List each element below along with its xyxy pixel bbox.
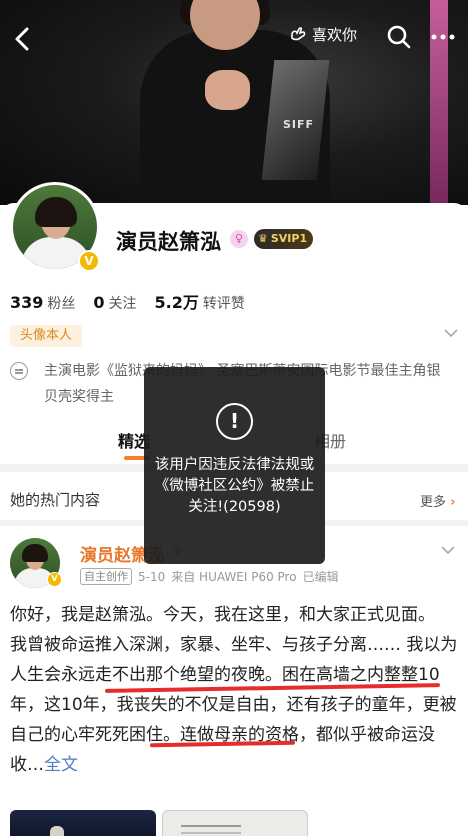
svip-badge[interactable]: ♛ SVIP1 <box>254 229 314 249</box>
more-button[interactable] <box>428 24 458 50</box>
like-you-button[interactable]: 喜欢你 <box>288 24 357 45</box>
post-options-chevron-icon[interactable] <box>440 542 456 558</box>
avatar-verified-tag[interactable]: 头像本人 <box>10 325 83 347</box>
exclamation-icon: ! <box>216 403 253 440</box>
post-image-1[interactable] <box>10 810 156 836</box>
full-text-link[interactable]: 全文 <box>44 755 78 775</box>
search-button[interactable] <box>386 24 412 50</box>
followers-label[interactable]: 粉丝 <box>47 293 75 313</box>
hand-heart-icon <box>291 26 306 40</box>
followers-count[interactable]: 339 <box>10 293 43 312</box>
reposts-comments-likes-count: 5.2万 <box>154 293 199 312</box>
post-meta: 自主创作 5-10 来自 HUAWEI P60 Pro 已编辑 <box>80 568 339 585</box>
cover-figure-hand <box>205 70 250 110</box>
post-source: 来自 HUAWEI P60 Pro <box>171 570 297 584</box>
post-paragraph-1: 你好，我是赵箫泓。今天，我在这里，和大家正式见面。 <box>10 605 435 625</box>
chevron-left-icon <box>15 27 29 51</box>
post-image-2[interactable] <box>162 810 308 836</box>
original-badge: 自主创作 <box>80 568 132 585</box>
hot-content-title: 她的热门内容 <box>10 491 101 509</box>
post-date: 5-10 <box>138 569 166 584</box>
post-verified-v-icon: V <box>47 572 62 587</box>
trophy-text: SIFF <box>283 118 315 131</box>
post-paragraph-2-text: 我曾被命运推入深渊，家暴、坐牢、与孩子分离…… 我以为人生会永远走不出那个绝望的… <box>10 635 458 775</box>
hot-more-button[interactable]: 更多 › <box>420 491 456 510</box>
profile-stats: 339 粉丝 0 关注 5.2万 转评赞 <box>10 289 263 313</box>
avatar-hair <box>35 197 77 227</box>
crown-icon: ♛ <box>258 232 268 245</box>
female-icon: ♀ <box>230 230 248 248</box>
following-label[interactable]: 关注 <box>109 293 137 313</box>
username: 演员赵箫泓 <box>116 230 221 254</box>
post-edited: 已编辑 <box>302 570 339 584</box>
toast-message: 该用户因违反法律法规或《微博社区公约》被禁止关注!(20598) <box>154 457 315 515</box>
search-icon <box>387 25 411 49</box>
reposts-comments-likes-label: 转评赞 <box>202 296 245 312</box>
post-images <box>10 810 308 836</box>
like-you-label: 喜欢你 <box>312 26 358 44</box>
post-paragraph-2: 我曾被命运推入深渊，家暴、坐牢、与孩子分离…… 我以为人生会永远走不出那个绝望的… <box>10 630 460 780</box>
verified-v-icon: V <box>78 250 100 272</box>
more-dots-icon <box>431 34 455 40</box>
chevron-down-icon[interactable] <box>443 325 459 341</box>
chevron-right-icon: › <box>450 495 456 510</box>
bio-icon <box>10 362 28 380</box>
post-avatar-hair <box>22 544 48 562</box>
back-button[interactable] <box>8 24 38 54</box>
hot-more-label: 更多 <box>420 495 447 510</box>
error-toast: ! 该用户因违反法律法规或《微博社区公约》被禁止关注!(20598) <box>144 367 325 564</box>
following-count[interactable]: 0 <box>93 293 104 312</box>
svip-label: SVIP1 <box>270 232 308 245</box>
